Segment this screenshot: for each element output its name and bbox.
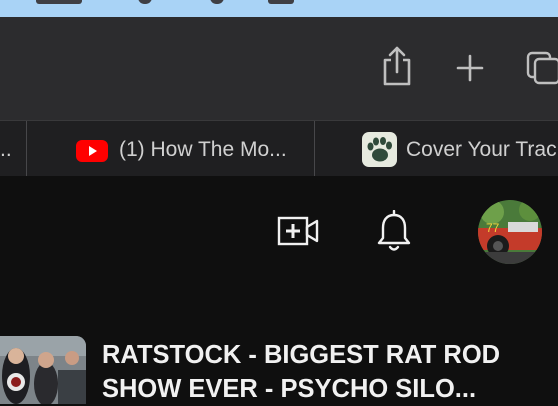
video-plus-icon <box>277 216 319 246</box>
youtube-page: 77 RATSTOCK - BIGGEST RAT ROD SHOW EVER … <box>0 176 558 404</box>
create-video-button[interactable] <box>277 214 319 248</box>
plus-icon <box>456 54 484 82</box>
tab-youtube[interactable]: (1) How The Mo... <box>27 121 314 176</box>
menu-bar-icon <box>210 0 224 4</box>
menu-bar-icon <box>268 0 294 4</box>
tab-cover-your-tracks[interactable]: Cover Your Trac <box>315 121 558 176</box>
menu-bar-icon <box>138 0 152 4</box>
tab-label: .. <box>0 138 12 161</box>
menu-bar-icon <box>36 0 82 4</box>
browser-toolbar <box>0 17 558 120</box>
tab-overview-icon[interactable] <box>526 49 558 85</box>
share-icon[interactable] <box>378 44 416 88</box>
avatar[interactable]: 77 <box>478 200 542 264</box>
video-title[interactable]: RATSTOCK - BIGGEST RAT ROD SHOW EVER - P… <box>102 338 522 406</box>
notifications-button[interactable] <box>376 209 412 254</box>
video-thumbnail[interactable] <box>0 336 86 404</box>
bell-icon <box>377 209 411 251</box>
tab-previous[interactable]: .. <box>0 121 26 176</box>
tab-label: (1) How The Mo... <box>119 138 287 161</box>
youtube-icon <box>76 140 108 162</box>
new-tab-button[interactable] <box>455 53 485 83</box>
svg-text:77: 77 <box>486 221 500 235</box>
tab-bar: .. (1) How The Mo... Cover Your Trac <box>0 120 558 176</box>
menu-bar-strip <box>0 0 558 17</box>
bear-paw-icon <box>362 132 397 167</box>
tab-label: Cover Your Trac <box>406 138 557 161</box>
